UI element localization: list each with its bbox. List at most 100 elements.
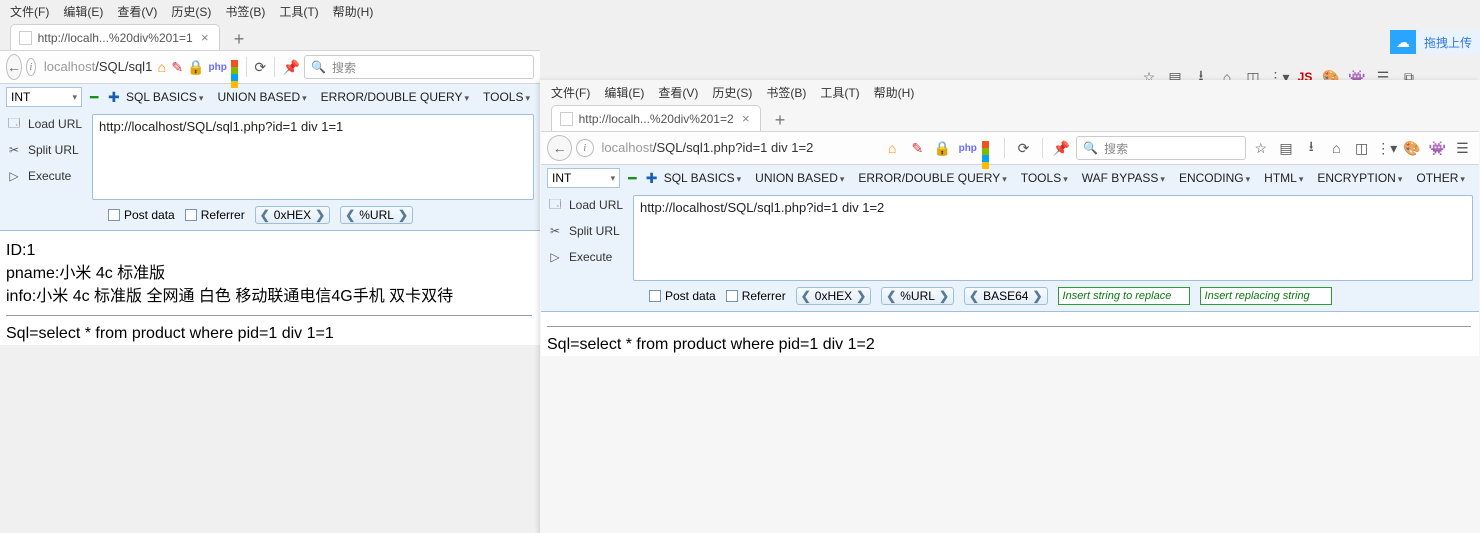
- menubar: 文件(F) 编辑(E) 查看(V) 历史(S) 书签(B) 工具(T) 帮助(H…: [541, 81, 1479, 101]
- menu-tools[interactable]: TOOLS: [1021, 171, 1068, 185]
- download-icon[interactable]: ⭳: [1301, 137, 1322, 159]
- pin-icon[interactable]: 📌: [1051, 137, 1072, 159]
- site-info-icon[interactable]: i: [576, 139, 593, 157]
- lock-icon[interactable]: 🔒: [932, 137, 953, 159]
- hackbar-url-box[interactable]: http://localhost/SQL/sql1.php?id=1 div 1…: [633, 195, 1473, 281]
- browser-tab[interactable]: http://localh...%20div%201=2 ×: [551, 105, 761, 131]
- home-icon[interactable]: ⌂: [156, 56, 167, 78]
- menu-view[interactable]: 查看(V): [117, 3, 157, 20]
- url-display[interactable]: localhost/SQL/sql1.php?id=1 div 1=1: [40, 55, 153, 79]
- load-url-button[interactable]: 🗔 Load URL: [6, 114, 88, 134]
- replace-to-input[interactable]: Insert replacing string: [1200, 287, 1332, 305]
- new-tab-button[interactable]: +: [767, 109, 793, 131]
- back-button[interactable]: ←: [6, 54, 22, 80]
- hex-button[interactable]: ❮ 0xHEX ❯: [255, 206, 330, 224]
- menu-edit[interactable]: 编辑(E): [63, 3, 103, 20]
- menu-union-based[interactable]: UNION BASED: [755, 171, 844, 185]
- close-icon[interactable]: ×: [199, 31, 211, 45]
- menu-file[interactable]: 文件(F): [551, 84, 590, 101]
- replace-from-input[interactable]: Insert string to replace: [1058, 287, 1190, 305]
- reload-icon[interactable]: ⟳: [1013, 137, 1034, 159]
- urlenc-button[interactable]: ❮ %URL ❯: [340, 206, 413, 224]
- hackbar-type-select[interactable]: INT ▾: [547, 168, 620, 188]
- close-icon[interactable]: ×: [740, 112, 752, 126]
- separator: [1004, 138, 1005, 158]
- url-display[interactable]: localhost/SQL/sql1.php?id=1 div 1=2: [598, 136, 878, 160]
- feather-icon[interactable]: ✎: [907, 137, 928, 159]
- menu-waf[interactable]: WAF BYPASS: [1082, 171, 1165, 185]
- plus-icon[interactable]: ✚: [646, 171, 656, 185]
- browser-tab[interactable]: http://localh...%20div%201=1 ×: [10, 24, 220, 50]
- reader-icon[interactable]: ▤: [1275, 137, 1296, 159]
- lock-icon[interactable]: 🔒: [187, 56, 204, 78]
- url-path: /SQL/sql1.php?id=1 div 1=1: [95, 59, 152, 74]
- reload-icon[interactable]: ⟳: [254, 56, 266, 78]
- feather-icon[interactable]: ✎: [171, 56, 183, 78]
- menu-edit[interactable]: 编辑(E): [604, 84, 644, 101]
- menu-bookmarks[interactable]: 书签(B): [225, 3, 265, 20]
- menu-tools[interactable]: TOOLS: [483, 90, 530, 104]
- execute-button[interactable]: ▷ Execute: [6, 166, 88, 186]
- sidebar-icon[interactable]: ◫: [1351, 137, 1372, 159]
- hex-button[interactable]: ❮ 0xHEX ❯: [796, 287, 871, 305]
- star-icon[interactable]: ☆: [1250, 137, 1271, 159]
- site-info-icon[interactable]: i: [26, 58, 36, 76]
- split-url-button[interactable]: ✂ Split URL: [547, 221, 629, 241]
- minus-icon[interactable]: ━: [628, 171, 638, 185]
- pin-icon[interactable]: 📌: [283, 56, 300, 78]
- menu-encoding[interactable]: ENCODING: [1179, 171, 1250, 185]
- plus-icon[interactable]: ✚: [108, 90, 118, 104]
- post-data-checkbox[interactable]: Post data: [108, 208, 175, 222]
- new-tab-button[interactable]: +: [226, 28, 252, 50]
- php-icon[interactable]: php: [209, 56, 227, 78]
- hackbar-url-box[interactable]: http://localhost/SQL/sql1.php?id=1 div 1…: [92, 114, 534, 200]
- search-box[interactable]: 🔍 搜索: [304, 55, 534, 79]
- menu-sql-basics[interactable]: SQL BASICS: [664, 171, 741, 185]
- menu-help[interactable]: 帮助(H): [874, 84, 915, 101]
- ms-icon[interactable]: [231, 60, 238, 74]
- menu-other[interactable]: OTHER: [1416, 171, 1465, 185]
- menu-icon[interactable]: ☰: [1452, 137, 1473, 159]
- menu-help[interactable]: 帮助(H): [333, 3, 374, 20]
- menu-error-query[interactable]: ERROR/DOUBLE QUERY: [858, 171, 1006, 185]
- menu-bookmarks[interactable]: 书签(B): [766, 84, 806, 101]
- addons-icon[interactable]: ⋮▾: [1376, 137, 1397, 159]
- load-url-button[interactable]: 🗔 Load URL: [547, 195, 629, 215]
- ms-icon[interactable]: [982, 141, 996, 155]
- menu-html[interactable]: HTML: [1264, 171, 1303, 185]
- menu-history[interactable]: 历史(S): [171, 3, 211, 20]
- hackbar-url-value: http://localhost/SQL/sql1.php?id=1 div 1…: [640, 200, 884, 215]
- back-button[interactable]: ←: [547, 135, 572, 161]
- mask-icon[interactable]: 👾: [1427, 137, 1448, 159]
- upload-badge[interactable]: ☁ 拖拽上传: [1390, 30, 1480, 54]
- split-url-button[interactable]: ✂ Split URL: [6, 140, 88, 160]
- hackbar-type-select[interactable]: INT ▾: [6, 87, 82, 107]
- urlenc-button[interactable]: ❮ %URL ❯: [881, 287, 954, 305]
- referrer-checkbox[interactable]: Referrer: [185, 208, 245, 222]
- menu-union-based[interactable]: UNION BASED: [217, 90, 306, 104]
- base64-button[interactable]: ❮ BASE64 ❯: [964, 287, 1048, 305]
- menu-tools[interactable]: 工具(T): [820, 84, 859, 101]
- menu-sql-basics[interactable]: SQL BASICS: [126, 90, 203, 104]
- menu-view[interactable]: 查看(V): [658, 84, 698, 101]
- referrer-checkbox[interactable]: Referrer: [726, 289, 786, 303]
- home-icon[interactable]: ⌂: [882, 137, 903, 159]
- menu-encryption[interactable]: ENCRYPTION: [1317, 171, 1402, 185]
- minus-icon[interactable]: ━: [90, 90, 100, 104]
- menu-file[interactable]: 文件(F): [10, 3, 49, 20]
- search-box[interactable]: 🔍 搜索: [1076, 136, 1246, 160]
- palette-icon[interactable]: 🎨: [1401, 137, 1422, 159]
- menu-tools[interactable]: 工具(T): [279, 3, 318, 20]
- home2-icon[interactable]: ⌂: [1326, 137, 1347, 159]
- load-icon: 🗔: [547, 195, 563, 216]
- load-label: Load URL: [569, 198, 623, 212]
- php-icon[interactable]: php: [957, 137, 978, 159]
- execute-button[interactable]: ▷ Execute: [547, 247, 629, 267]
- replace-to-placeholder: Insert replacing string: [1205, 290, 1310, 302]
- post-data-checkbox[interactable]: Post data: [649, 289, 716, 303]
- menu-history[interactable]: 历史(S): [712, 84, 752, 101]
- divider: [6, 315, 532, 316]
- b64-label: BASE64: [983, 289, 1028, 303]
- menu-error-query[interactable]: ERROR/DOUBLE QUERY: [321, 90, 469, 104]
- checkbox-icon: [726, 290, 738, 302]
